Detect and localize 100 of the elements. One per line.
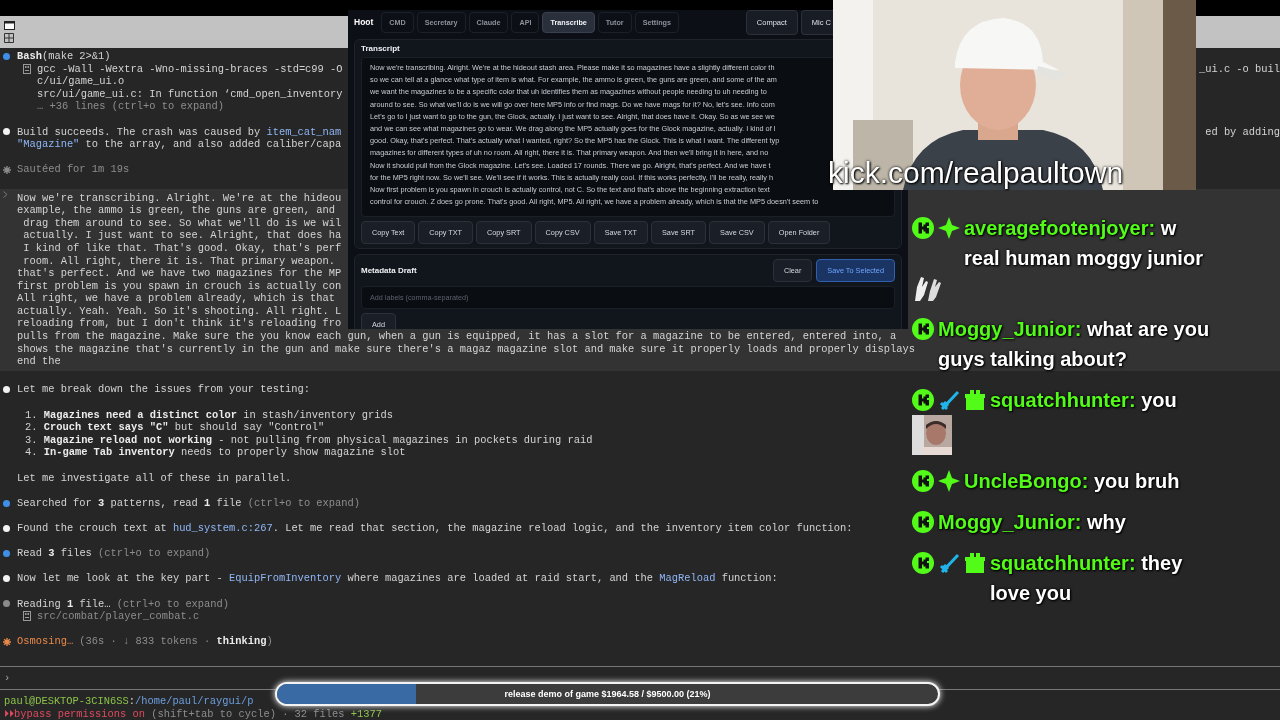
logo-badge-icon [912,552,934,574]
terminal-text: 1 [204,496,211,510]
terminal-text: . Let me read that section, the magazine reload logic, and the inventory item color function: [272,521,853,535]
file-icon [23,611,31,622]
terminal-text: 1. [25,408,39,422]
terminal-text: function: [720,572,778,585]
terminal-text: actually. I just want to see. Alright, that does ha [22,229,342,242]
terminal-text: _ui.c -o buil [1198,62,1280,76]
dot-icon [3,549,10,557]
terminal-text: All right, we have a problem already, which is that [17,292,335,305]
terminal-text: (ctrl+o to expand) [247,496,360,510]
terminal-text: 3 [98,496,105,510]
terminal-text: Build succeeds. The crash was caused by [17,125,262,139]
terminal-text: … +36 lines (ctrl+o to expand) [37,100,225,113]
terminal-text: in stash/inventory grids [242,408,393,422]
chat-message: UncleBongo: you bruh [964,469,1181,494]
terminal-text: (ctrl+o to expand) [116,597,230,611]
terminal-text: Magazine reload not working [43,433,213,447]
status-text: ⏵⏵bypass permissions on [4,707,145,720]
status-text: : [128,695,135,708]
file-icon [23,63,31,74]
terminal-text: Now we're transcribing. Alright. We're at the hideou [17,191,342,205]
window-icon [4,21,15,30]
chat-message: Moggy_Junior: what are you guys talking about? [938,317,1211,372]
terminal-text: ed by adding [1205,125,1280,139]
terminal-text: but should say "Control" [173,421,325,434]
goal-label: release demo of game $1964.58 / $9500.00 (21%) [504,689,711,699]
panel-title: Metadata Draft [361,266,417,275]
terminal-text: I kind of like that. That's good. Okay, that's perf [22,241,342,255]
terminal-text: Let me investigate all of these in parallel. [17,471,292,485]
sword-icon [938,389,960,411]
sword-icon [938,552,960,574]
terminal-text: 3 [48,547,55,560]
terminal-text: first problem is you spawn in crouch is actually con [17,279,342,293]
terminal-text: shows the magazine that's currently in the gun and make sure there's a magaz magazine slot and make sure it properly loads and properly displays [17,342,915,356]
dot-icon [3,128,10,136]
dot-icon [3,600,10,608]
logo-badge-icon [912,470,934,492]
chevron-icon [3,191,8,199]
terminal-text: src/combat/player_combat.c [37,610,200,623]
terminal-text: MagReload [659,572,716,585]
dot-icon [3,499,10,507]
terminal-text: 3. [25,433,39,447]
panel-title: Transcript [361,44,401,53]
terminal-text: 1 [66,597,74,611]
terminal-text: hud_system.c:267 [172,521,273,535]
terminal-text: src/ui/game_ui.c: In function ‘cmd_open_inventory [37,87,343,101]
dot-icon [3,524,10,532]
terminal-text: example, the ammo is green, the guns are green, and [17,204,335,217]
dot-icon [3,386,10,394]
terminal-text: c/ui/game_ui.o [37,75,125,88]
gift-icon [964,389,986,411]
terminal-text: actually. Yeah. Yeah. So it's shooting. All right. L [17,304,342,318]
terminal-text: 4. [25,446,39,459]
chat-message: averagefootenjoyer: w real human moggy junior [964,216,1204,271]
terminal-text: item_cat_nam [266,125,342,139]
asterisk-icon [3,637,11,646]
app-brand: Hoot [354,17,374,27]
terminal-text: Magazines need a distinct color [43,408,238,422]
terminal-text: file [215,496,243,510]
terminal-text: room. All right, there it is. That primary weapon. [22,254,335,268]
terminal-text: Bash [17,50,42,63]
sparkle-icon [938,470,960,492]
chat-message: squatchhunter: you [990,388,1178,413]
prompt-symbol: › [3,671,12,685]
terminal-text: files [59,547,93,560]
terminal-text: Crouch text says "C" [43,421,169,434]
terminal-text: thinking [216,635,267,648]
grid-icon [4,33,14,43]
status-text: +1377 [350,707,382,720]
terminal-text: pulls from the magazine. Make sure the you know each gun, when a gun is equipped, it has a slot for a magazine to be entered, entered into, a [17,330,897,343]
dot-icon [3,575,10,583]
logo-badge-icon [912,318,934,340]
status-text: /home/paul/raygui/p [134,695,254,708]
gift-icon [964,552,986,574]
logo-badge-icon [912,511,934,533]
terminal-text: (36s · ↓ 833 tokens · [78,635,212,648]
terminal-text: reloading from, but I don't think it's reloading fro [17,317,342,331]
terminal-text: "Magazine" [17,138,80,151]
terminal-text: EquipFromInventory [229,572,342,585]
status-text: (shift+tab to cycle) · 32 files [150,707,346,720]
terminal-text: Read [17,547,43,560]
terminal-text: gcc -Wall -Wextra -Wno-missing-braces -std=c99 -O [37,62,343,76]
terminal-text: Now let me look at the key part - [17,572,224,585]
asterisk-icon [3,165,11,174]
terminal-text: patterns, read [109,496,199,510]
chat-message: Moggy_Junior: why [938,510,1127,535]
terminal-text: Reading [17,597,62,611]
logo-badge-icon [912,389,934,411]
logo-badge-icon [912,217,934,239]
terminal-text: end the [17,355,61,368]
chat-message: squatchhunter: they love you [990,551,1184,606]
terminal-text: (ctrl+o to expand) [98,547,211,560]
terminal-text: 2. [25,421,39,434]
terminal-text: In-game Tab inventory [43,446,175,459]
terminal-text: that's perfect. And we have two magazines for the MP [17,267,342,280]
terminal-text: where magazines are loaded at raid start, and the [346,572,655,585]
terminal-text: Searched for [17,496,93,510]
terminal-text: ) [266,635,273,648]
dot-icon [3,52,10,60]
